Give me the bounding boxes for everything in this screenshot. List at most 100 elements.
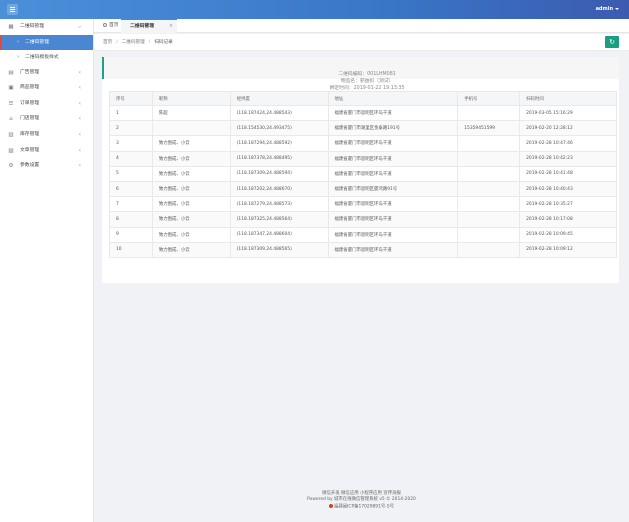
chevron-left-icon: ‹ xyxy=(78,99,81,107)
table-cell: 福建省厦门市湖里区金泰路191号 xyxy=(327,120,459,137)
sidebar-item-articles[interactable]: ▧ 文章管理 ‹ xyxy=(0,143,93,159)
sidebar-item-label: 门店管理 xyxy=(20,116,40,122)
chevron-right-icon: › xyxy=(17,38,19,45)
column-header: 扫码时间 xyxy=(519,91,617,106)
goods-icon: ▣ xyxy=(8,85,14,92)
sidebar-item-label: 广告管理 xyxy=(20,69,40,75)
sidebar-subitem-qrcode-template[interactable]: › 二维码模板样式 xyxy=(0,50,93,65)
menu-toggle-icon[interactable] xyxy=(7,4,18,15)
sidebar-item-stock[interactable]: ▥ 库存管理 ‹ xyxy=(0,127,93,143)
table-cell xyxy=(457,241,521,258)
table-cell: 福建省厦门市思明区厦鸿路91号 xyxy=(327,180,459,198)
table-cell: 致力围成、小云 xyxy=(151,150,231,167)
article-icon: ▧ xyxy=(8,147,14,154)
table-cell: 7 xyxy=(109,196,153,213)
table-row: 9 致力围成、小云 (118.187347,24.488604) 福建省厦门市思明区环… xyxy=(109,226,617,243)
sidebar-item-stores[interactable]: ⌂ 门店管理 ‹ xyxy=(0,111,93,127)
table-cell xyxy=(457,180,521,198)
table-header-row: 序号 昵称 经纬度 地址 手机号 扫码时间 xyxy=(109,91,617,106)
refresh-icon: ↻ xyxy=(609,38,615,46)
sidebar-item-settings[interactable]: ⚙ 参数设置 ‹ xyxy=(0,158,93,174)
breadcrumb-home[interactable]: 首页 xyxy=(103,40,112,45)
user-menu[interactable]: admin xyxy=(596,6,619,12)
table-cell: 2019-02-20 12:28:12 xyxy=(519,120,617,137)
sidebar-item-label: 二维码管理 xyxy=(20,24,44,29)
table-cell: 9 xyxy=(109,226,153,243)
table-row: 2 (118.154530,24.493475) 福建省厦门市湖里区金泰路191号 1… xyxy=(109,120,617,137)
table-cell: 2019-02-28 10:40:43 xyxy=(519,180,617,198)
sidebar-item-goods[interactable]: ▣ 商品管理 ‹ xyxy=(0,80,93,96)
table-cell: (118.187309,24.488565) xyxy=(229,241,329,258)
refresh-button[interactable]: ↻ xyxy=(605,36,619,48)
qrcode-number: 二维码编码：001LHM081 xyxy=(338,72,396,77)
sidebar-item-label: 库存管理 xyxy=(20,131,40,137)
table-cell: 1 xyxy=(109,104,153,122)
table-cell: (118.187294,24.488592) xyxy=(229,135,329,152)
table-cell: 5 xyxy=(109,165,153,182)
table-cell: (118.187309,24.488594) xyxy=(229,165,329,182)
table-row: 5 致力围成、小云 (118.187309,24.488594) 福建省厦门市思明区环… xyxy=(109,165,617,182)
table-row: 6 致力围成、小云 (118.187202,24.488670) 福建省厦门市思明区厦… xyxy=(109,180,617,198)
store-icon: ⌂ xyxy=(9,116,13,123)
table-cell: (118.187325,24.488564) xyxy=(229,211,329,228)
table-cell: 6 xyxy=(109,180,153,198)
footer: 微信开发 微信应用 小程序应用 宣传海报 Powered by 城市在线微信管理… xyxy=(94,491,629,510)
breadcrumb-bar: 首页 / 二维码管理 / 扫码记录 ↻ xyxy=(94,34,629,51)
sidebar-item-orders[interactable]: ☰ 订单管理 ‹ xyxy=(0,96,93,112)
top-header: admin xyxy=(0,0,629,19)
table-row: 7 致力围成、小云 (118.187279,24.488573) 福建省厦门市思明区环… xyxy=(109,196,617,213)
table-row: 8 致力围成、小云 (118.187325,24.488564) 福建省厦门市思明区环… xyxy=(109,211,617,228)
settings-icon: ⚙ xyxy=(8,163,14,170)
sidebar-item-qrcode[interactable]: ▦ 二维码管理 ‹ xyxy=(0,19,93,35)
sidebar-item-ads[interactable]: ▤ 广告管理 ‹ xyxy=(0,65,93,81)
chevron-right-icon: › xyxy=(17,53,19,60)
breadcrumb: 首页 / 二维码管理 / 扫码记录 xyxy=(103,39,173,45)
tab-label: 二维码管理 xyxy=(130,24,154,29)
chevron-left-icon: ‹ xyxy=(78,84,81,92)
table-row: 10 致力围成、小云 (118.187309,24.488565) 福建省厦门市思明区… xyxy=(109,241,617,258)
table-cell xyxy=(457,211,521,228)
table-cell: 福建省厦门市思明区环岛干道 xyxy=(327,135,459,152)
table-cell: 8 xyxy=(109,211,153,228)
table-cell xyxy=(457,196,521,213)
table-cell: 2019-03-05 15:16:29 xyxy=(519,104,617,122)
table-cell: 2019-02-28 10:17:08 xyxy=(519,211,617,228)
table-cell: 致力围成、小云 xyxy=(151,241,231,258)
table-row: 1 陈超 (118.187424,24.488543) 福建省厦门市思明区环岛干道 20… xyxy=(109,104,617,122)
breadcrumb-separator: / xyxy=(116,40,118,45)
sidebar-subitem-label: 二维码模板样式 xyxy=(25,54,59,60)
tab-home[interactable]: 首页 xyxy=(103,19,119,33)
qrcode-info-bar: 二维码编码：001LHM081 物品名：邪益扣（测试） 绑定时间：2019-01… xyxy=(102,57,619,91)
column-header: 序号 xyxy=(109,91,153,106)
table-row: 3 致力围成、小云 (118.187294,24.488592) 福建省厦门市思明区环… xyxy=(109,135,617,152)
table-cell: 2019-02-28 10:35:27 xyxy=(519,196,617,213)
chevron-left-icon: ‹ xyxy=(78,115,81,123)
table-cell: 福建省厦门市思明区环岛干道 xyxy=(327,150,459,167)
table-cell xyxy=(457,165,521,182)
table-cell: (118.187279,24.488573) xyxy=(229,196,329,213)
ad-icon: ▤ xyxy=(8,69,14,76)
table-cell: 2019-02-28 10:47:46 xyxy=(519,135,617,152)
breadcrumb-separator: / xyxy=(148,40,151,45)
sidebar-subitem-qrcode-manage[interactable]: › 二维码管理 xyxy=(0,34,93,50)
table-cell: 4 xyxy=(109,150,153,167)
table-cell: 陈超 xyxy=(151,104,231,122)
scan-records-table: 序号 昵称 经纬度 地址 手机号 扫码时间 1 陈超 (118.187424,24.… xyxy=(109,91,617,258)
table-cell: 福建省厦门市思明区环岛干道 xyxy=(327,211,459,228)
chevron-icon: ‹ xyxy=(76,25,83,28)
footer-icp[interactable]: 福建闽ICP备17029891号-5号 xyxy=(334,504,394,509)
table-cell: 2019-02-28 10:09:45 xyxy=(519,226,617,243)
column-header: 经纬度 xyxy=(229,91,329,106)
order-icon: ☰ xyxy=(8,100,14,107)
breadcrumb-parent[interactable]: 二维码管理 xyxy=(122,40,145,45)
close-icon[interactable]: × xyxy=(169,20,173,34)
tab-qrcode-manage[interactable]: 二维码管理 × xyxy=(121,19,177,33)
police-emblem-icon xyxy=(328,503,333,508)
table-cell xyxy=(151,120,231,137)
sidebar-item-label: 文章管理 xyxy=(20,147,40,153)
product-name: 物品名：邪益扣（测试） xyxy=(340,79,394,84)
breadcrumb-current: 扫码记录 xyxy=(154,40,173,45)
table-cell: 3 xyxy=(109,135,153,152)
table-cell: 致力围成、小云 xyxy=(151,196,231,213)
table-cell: 2019-02-28 10:09:12 xyxy=(519,241,617,258)
